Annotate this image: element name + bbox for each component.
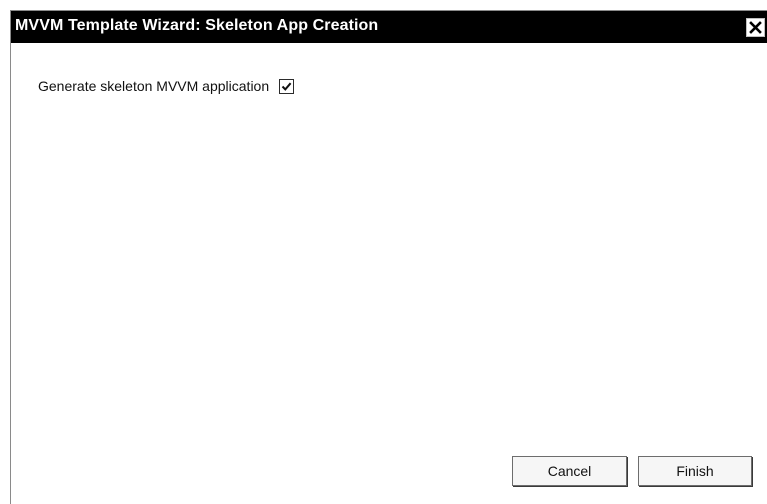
wizard-content: Generate skeleton MVVM application Cance…: [11, 43, 767, 504]
close-icon: [749, 21, 762, 34]
checkmark-icon: [281, 82, 292, 91]
title-bar[interactable]: MVVM Template Wizard: Skeleton App Creat…: [11, 11, 767, 43]
close-button[interactable]: [746, 18, 765, 37]
wizard-dialog: MVVM Template Wizard: Skeleton App Creat…: [10, 10, 767, 504]
generate-skeleton-label: Generate skeleton MVVM application: [38, 78, 270, 94]
generate-skeleton-checkbox[interactable]: [279, 78, 295, 94]
finish-button[interactable]: Finish: [638, 456, 752, 486]
cancel-button[interactable]: Cancel: [512, 456, 627, 486]
generate-skeleton-option: Generate skeleton MVVM application: [38, 77, 295, 95]
window-title: MVVM Template Wizard: Skeleton App Creat…: [15, 17, 379, 34]
